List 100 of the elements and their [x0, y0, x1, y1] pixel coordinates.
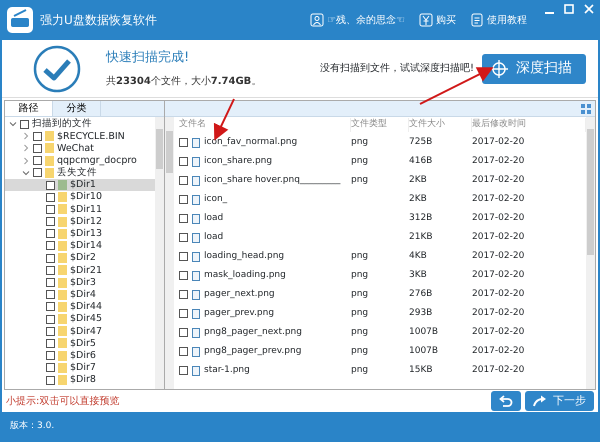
- folder-icon: [58, 192, 67, 202]
- checkbox[interactable]: [179, 309, 188, 318]
- table-cell-text: png: [351, 306, 370, 320]
- checkbox[interactable]: [46, 266, 55, 275]
- tree-item[interactable]: $Dir2: [5, 252, 155, 264]
- tree-item[interactable]: $Dir3: [5, 276, 155, 289]
- checkbox[interactable]: [46, 351, 55, 360]
- checkbox[interactable]: [179, 271, 188, 280]
- table-cell-text: icon_: [204, 192, 228, 206]
- tree-item[interactable]: $Dir5: [5, 337, 155, 350]
- folder-icon: [58, 180, 67, 190]
- checkbox[interactable]: [46, 314, 55, 324]
- checkbox[interactable]: [33, 144, 42, 153]
- menu-item[interactable]: ☞残、余的思念☜: [310, 12, 405, 28]
- checkbox[interactable]: [33, 132, 42, 141]
- menu-item[interactable]: 购买: [419, 12, 456, 28]
- checkbox[interactable]: [46, 204, 55, 214]
- table-cell-text: png: [351, 136, 370, 149]
- next-button[interactable]: 下一步: [525, 391, 594, 411]
- tree-item[interactable]: $Dir7: [5, 362, 155, 374]
- checkbox[interactable]: [33, 156, 42, 166]
- column-header[interactable]: 文件类型: [351, 118, 409, 132]
- column-header[interactable]: 文件大小: [409, 118, 472, 132]
- scrollbar[interactable]: [155, 117, 164, 389]
- folder-icon: [58, 253, 67, 264]
- checkbox[interactable]: [179, 138, 188, 147]
- checkbox[interactable]: [179, 214, 188, 223]
- tree-item[interactable]: $Dir21: [5, 264, 155, 276]
- table-cell-text: png: [351, 344, 370, 358]
- checkbox[interactable]: [179, 176, 188, 185]
- tab[interactable]: 分类: [53, 101, 101, 116]
- table-cell-text: 2017-02-20: [472, 212, 526, 225]
- folder-icon: [58, 228, 67, 239]
- folder-icon: [58, 240, 67, 251]
- checkbox[interactable]: [179, 366, 188, 375]
- scan-complete-title: 快速扫描完成!: [106, 49, 190, 68]
- scan-stats-text: 共23304个文件，大小7.74GB。: [106, 74, 262, 89]
- checkbox[interactable]: [46, 363, 55, 372]
- tree-item[interactable]: $Dir45: [5, 313, 155, 326]
- checkbox[interactable]: [46, 290, 55, 300]
- tree-item[interactable]: $Dir44: [5, 300, 155, 313]
- checkbox[interactable]: [46, 278, 55, 288]
- back-button[interactable]: [491, 391, 521, 411]
- checkbox[interactable]: [179, 252, 188, 261]
- checkbox[interactable]: [46, 338, 55, 348]
- table-cell-text: png: [351, 154, 370, 168]
- table-cell-text: load: [204, 230, 224, 244]
- checkbox[interactable]: [33, 168, 42, 178]
- tree-item[interactable]: 扫描到的文件: [5, 118, 155, 130]
- table-cell-text: 2KB: [409, 192, 428, 206]
- table-cell-text: load: [204, 212, 224, 225]
- checkbox[interactable]: [46, 302, 55, 312]
- tree-item[interactable]: WeChat: [5, 142, 155, 155]
- deep-scan-button[interactable]: 深度扫描: [482, 54, 586, 84]
- tree-item[interactable]: $Dir10: [5, 191, 155, 204]
- tree-item[interactable]: $Dir1: [5, 178, 155, 192]
- table-cell-text: 2017-02-20: [472, 154, 526, 168]
- scrollbar[interactable]: [165, 117, 174, 389]
- menu-item[interactable]: 使用教程: [470, 12, 527, 28]
- checkbox[interactable]: [179, 157, 188, 166]
- folder-icon: [58, 362, 67, 373]
- table-cell-text: icon_share hover.pnq_________: [204, 174, 340, 187]
- checkbox[interactable]: [46, 217, 55, 226]
- checkbox[interactable]: [20, 120, 29, 129]
- undo-arrow-icon: [499, 395, 513, 407]
- checkbox[interactable]: [179, 328, 188, 337]
- checkbox[interactable]: [179, 290, 188, 299]
- tree-item[interactable]: $Dir4: [5, 288, 155, 301]
- checkbox[interactable]: [46, 326, 55, 336]
- checkbox[interactable]: [179, 347, 188, 356]
- checkbox[interactable]: [179, 195, 188, 204]
- table-cell-text: 2017-02-20: [472, 288, 526, 301]
- forward-arrow-icon: [533, 395, 547, 407]
- tree-item[interactable]: $Dir47: [5, 325, 155, 338]
- table-cell-text: pager_prev.png: [204, 306, 274, 320]
- tree-item[interactable]: $Dir8: [5, 374, 155, 386]
- folder-icon: [58, 326, 67, 336]
- tree-item[interactable]: $Dir12: [5, 216, 155, 228]
- tab[interactable]: 路径: [5, 101, 53, 116]
- tree-item[interactable]: $Dir6: [5, 350, 155, 362]
- tree-item[interactable]: $Dir13: [5, 228, 155, 240]
- checkbox[interactable]: [46, 192, 55, 202]
- tree-item[interactable]: qqpcmgr_docpro: [5, 154, 155, 167]
- checkbox[interactable]: [46, 180, 55, 190]
- window-title: 强力U盘数据恢复软件: [40, 12, 157, 29]
- column-header[interactable]: 文件名: [179, 118, 351, 132]
- checkbox[interactable]: [179, 233, 188, 242]
- tree-item[interactable]: 丢失文件: [5, 166, 155, 179]
- folder-icon: [58, 314, 67, 324]
- table-cell-text: 1007B: [409, 344, 440, 358]
- grid-view-icon: [581, 104, 591, 114]
- checkbox[interactable]: [46, 241, 55, 250]
- checkbox[interactable]: [46, 376, 55, 385]
- checkbox[interactable]: [46, 229, 55, 238]
- scrollbar[interactable]: [586, 117, 595, 389]
- tree-item[interactable]: $RECYCLE.BIN: [5, 130, 155, 142]
- checkbox[interactable]: [46, 254, 55, 263]
- tree-item[interactable]: $Dir11: [5, 203, 155, 216]
- table-cell-text: pager_next.png: [204, 288, 275, 301]
- tree-item[interactable]: $Dir14: [5, 240, 155, 252]
